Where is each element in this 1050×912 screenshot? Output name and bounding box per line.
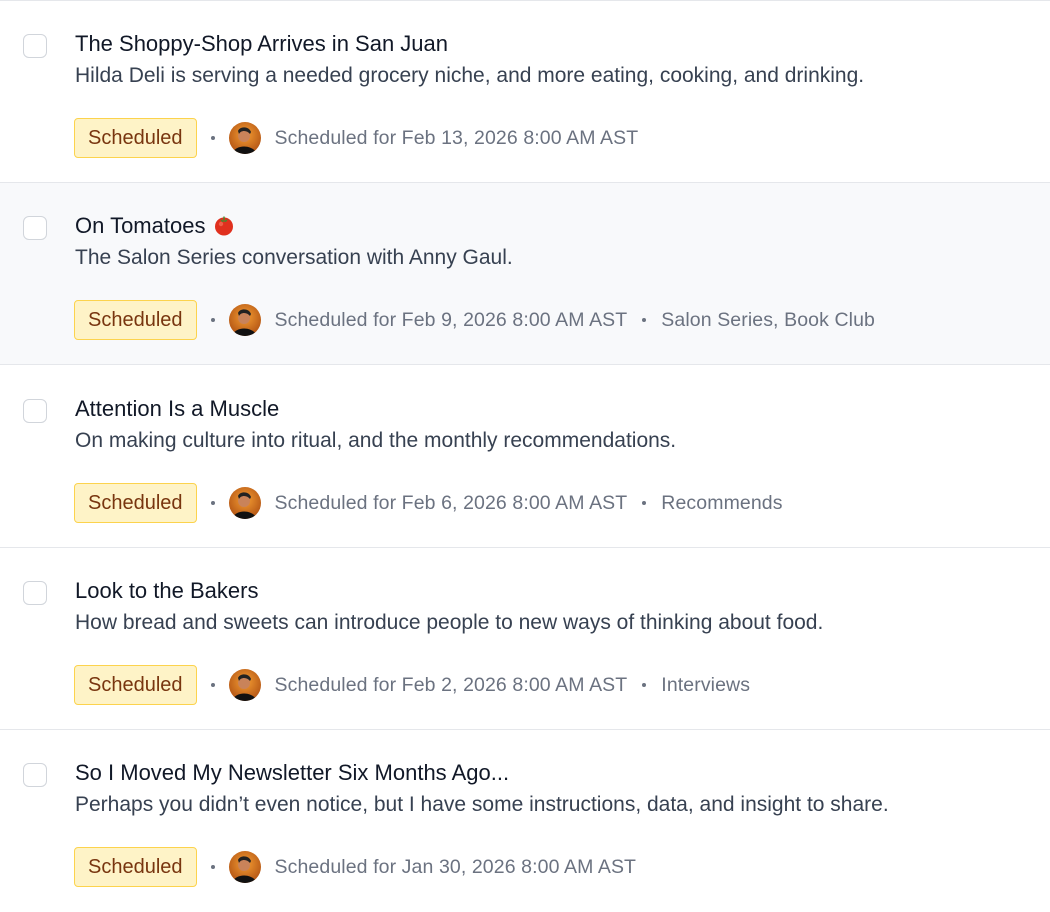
post-title[interactable]: The Shoppy-Shop Arrives in San Juan	[75, 30, 448, 58]
tomato-icon	[213, 214, 235, 236]
separator-dot	[210, 865, 215, 869]
post-tags: Interviews	[661, 673, 751, 696]
post-subtitle: Hilda Deli is serving a needed grocery n…	[75, 64, 865, 87]
author-avatar	[228, 304, 261, 336]
status-badge: Scheduled	[74, 847, 197, 887]
select-checkbox[interactable]	[23, 399, 47, 423]
schedule-text: Scheduled for Feb 6, 2026 8:00 AM AST	[274, 491, 628, 514]
author-avatar	[228, 851, 261, 883]
select-checkbox[interactable]	[23, 34, 47, 58]
post-meta: Scheduled Scheduled for Jan 30, 2026 8:0…	[74, 847, 636, 887]
separator-dot	[210, 318, 215, 322]
separator-dot	[642, 318, 647, 322]
select-checkbox[interactable]	[23, 763, 47, 787]
status-badge: Scheduled	[74, 665, 197, 705]
post-row[interactable]: Attention Is a Muscle On making culture …	[0, 366, 1050, 548]
post-subtitle: How bread and sweets can introduce peopl…	[75, 611, 824, 634]
author-avatar	[228, 487, 261, 519]
post-meta: Scheduled Scheduled for Feb 9, 2026 8:00…	[74, 300, 875, 340]
author-avatar	[228, 669, 261, 701]
post-meta: Scheduled Scheduled for Feb 6, 2026 8:00…	[74, 483, 783, 523]
post-meta: Scheduled Scheduled for Feb 2, 2026 8:00…	[74, 665, 750, 705]
separator-dot	[210, 683, 215, 687]
separator-dot	[642, 501, 647, 505]
status-badge: Scheduled	[74, 300, 197, 340]
post-list: The Shoppy-Shop Arrives in San Juan Hild…	[0, 0, 1050, 912]
status-badge: Scheduled	[74, 118, 197, 158]
post-subtitle: Perhaps you didn’t even notice, but I ha…	[75, 793, 889, 816]
post-title[interactable]: So I Moved My Newsletter Six Months Ago.…	[75, 759, 509, 787]
author-avatar	[228, 122, 261, 154]
post-title[interactable]: Look to the Bakers	[75, 577, 258, 605]
post-tags: Salon Series, Book Club	[661, 308, 875, 331]
post-meta: Scheduled Scheduled for Feb 13, 2026 8:0…	[74, 118, 638, 158]
post-row[interactable]: On Tomatoes The Salon Series conversatio…	[0, 183, 1050, 365]
separator-dot	[642, 683, 647, 687]
status-badge: Scheduled	[74, 483, 197, 523]
select-checkbox[interactable]	[23, 216, 47, 240]
post-row[interactable]: The Shoppy-Shop Arrives in San Juan Hild…	[0, 1, 1050, 183]
schedule-text: Scheduled for Feb 9, 2026 8:00 AM AST	[274, 308, 628, 331]
post-title[interactable]: On Tomatoes	[75, 212, 235, 240]
post-subtitle: On making culture into ritual, and the m…	[75, 429, 677, 452]
post-row[interactable]: So I Moved My Newsletter Six Months Ago.…	[0, 730, 1050, 912]
select-checkbox[interactable]	[23, 581, 47, 605]
schedule-text: Scheduled for Jan 30, 2026 8:00 AM AST	[274, 855, 637, 878]
post-row[interactable]: Look to the Bakers How bread and sweets …	[0, 548, 1050, 730]
schedule-text: Scheduled for Feb 2, 2026 8:00 AM AST	[274, 673, 628, 696]
separator-dot	[210, 136, 215, 140]
separator-dot	[210, 501, 215, 505]
schedule-text: Scheduled for Feb 13, 2026 8:00 AM AST	[274, 126, 639, 149]
post-title-text: On Tomatoes	[75, 213, 206, 238]
post-subtitle: The Salon Series conversation with Anny …	[75, 246, 513, 269]
post-title[interactable]: Attention Is a Muscle	[75, 395, 279, 423]
post-tags: Recommends	[661, 491, 783, 514]
